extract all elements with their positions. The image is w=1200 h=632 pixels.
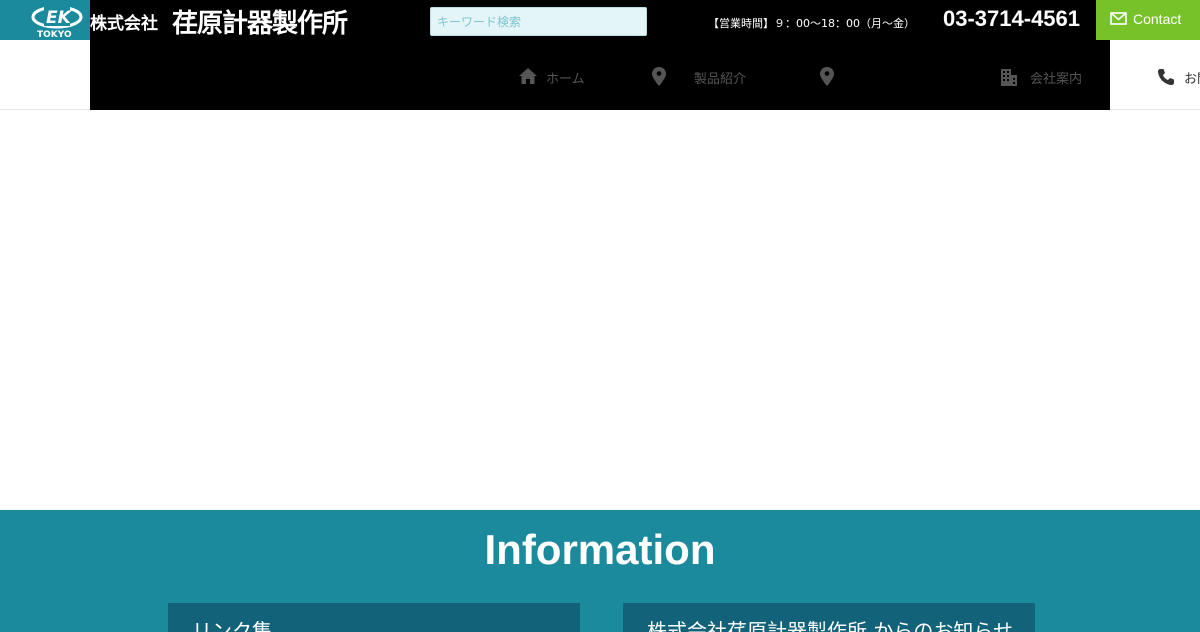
information-title: Information — [484, 526, 716, 573]
search-input[interactable] — [430, 7, 647, 36]
svg-text:TOKYO: TOKYO — [37, 30, 72, 40]
nav-bar: ホーム 製品紹介 会社案内 — [90, 40, 1110, 110]
building-icon — [1000, 68, 1018, 91]
map-pin-icon — [652, 67, 666, 90]
phone-icon — [1157, 68, 1175, 90]
main-nav: ホーム 製品紹介 会社案内 お問 — [0, 40, 1200, 110]
mail-icon — [1110, 12, 1127, 28]
nav-item-company[interactable]: 会社案内 — [1000, 40, 1105, 110]
contact-label: Contact — [1133, 11, 1182, 27]
company-logo[interactable]: EK TOKYO — [0, 0, 90, 40]
nav-item-products[interactable]: 製品紹介 — [652, 40, 762, 110]
logo-emblem-icon: EK TOKYO — [31, 5, 83, 40]
company-wordmark[interactable]: 株式会社 荏原計器製作所 — [90, 0, 370, 40]
links-heading: リンク集 — [192, 619, 272, 632]
top-header: EK TOKYO 株式会社 荏原計器製作所 【営業時間】９：00〜18：00（月… — [0, 0, 1200, 40]
nav-label-company: 会社案内 — [1030, 72, 1083, 87]
company-name: 荏原計器製作所 — [172, 9, 348, 39]
nav-label-home: ホーム — [546, 72, 585, 87]
news-heading: 株式会社荏原計器製作所 からのお知らせ — [647, 619, 1013, 632]
nav-item-contact[interactable]: お問 — [1110, 40, 1200, 110]
nav-item-unlabeled[interactable] — [820, 40, 880, 110]
news-box: 株式会社荏原計器製作所 からのお知らせ — [623, 603, 1035, 632]
phone-number[interactable]: 03-3714-4561 — [943, 6, 1080, 32]
company-prefix: 株式会社 — [90, 14, 158, 34]
nav-label-contact: お問 — [1184, 72, 1200, 87]
nav-label-products: 製品紹介 — [694, 72, 747, 87]
contact-button[interactable]: Contact — [1096, 0, 1200, 40]
svg-text:EK: EK — [46, 8, 73, 28]
information-section: Information リンク集 株式会社荏原計器製作所 からのお知らせ — [0, 510, 1200, 632]
business-hours: 【営業時間】９：00〜18：00（月〜金） — [708, 17, 915, 30]
nav-item-home[interactable]: ホーム — [518, 40, 618, 110]
home-icon — [518, 67, 538, 89]
map-pin-icon — [820, 67, 834, 90]
links-box: リンク集 — [168, 603, 580, 632]
